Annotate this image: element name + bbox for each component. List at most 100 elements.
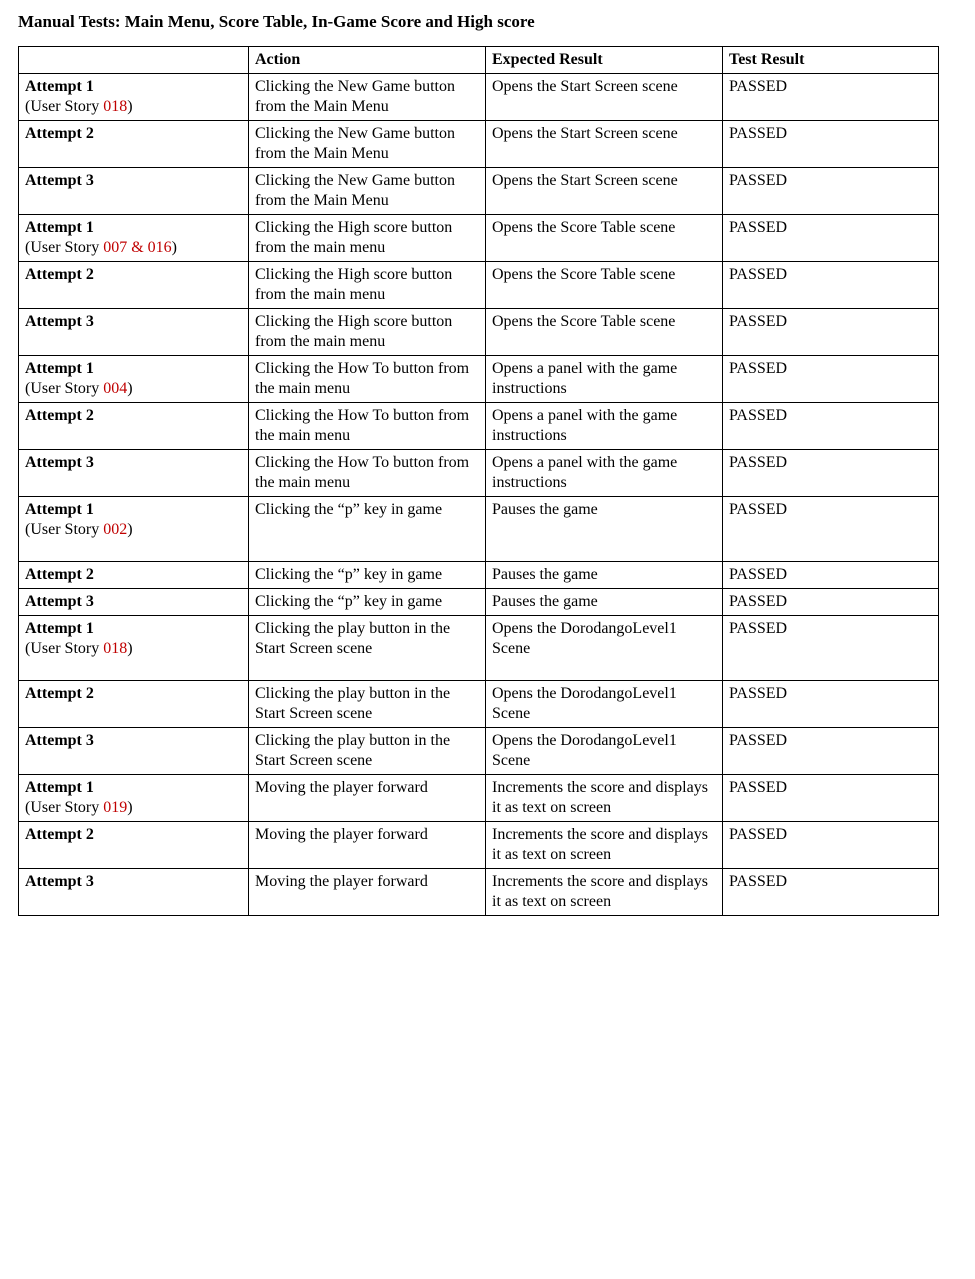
cell-result: PASSED [723,497,939,562]
cell-result: PASSED [723,450,939,497]
user-story-code: 002 [103,521,127,538]
user-story-code: 004 [103,380,127,397]
cell-action: Moving the player forward [249,775,486,822]
cell-result: PASSED [723,775,939,822]
table-row: Attempt 1 (User Story 018) Clicking the pl… [19,616,939,681]
cell-attempt: Attempt 1(User Story 007 & 016) [19,215,249,262]
table-row: Attempt 3Clicking the High score button … [19,309,939,356]
attempt-label: Attempt 3 [25,873,94,890]
attempt-label: Attempt 2 [25,685,94,702]
user-story-suffix: ) [127,640,132,657]
attempt-label: Attempt 1 [25,779,94,796]
table-header-row: Action Expected Result Test Result [19,47,939,74]
cell-result: PASSED [723,822,939,869]
cell-result: PASSED [723,121,939,168]
cell-expected: Increments the score and displays it as … [486,869,723,916]
table-row: Attempt 3Clicking the “p” key in gamePau… [19,589,939,616]
header-action: Action [249,47,486,74]
cell-action: Clicking the How To button from the main… [249,403,486,450]
cell-attempt: Attempt 2 [19,121,249,168]
user-story-prefix: (User Story [25,239,103,256]
attempt-label: Attempt 1 [25,78,94,95]
cell-attempt: Attempt 1(User Story 018) [19,74,249,121]
cell-expected: Opens the Score Table scene [486,262,723,309]
cell-attempt: Attempt 2 [19,681,249,728]
cell-expected: Increments the score and displays it as … [486,775,723,822]
attempt-label: Attempt 2 [25,266,94,283]
cell-result: PASSED [723,562,939,589]
cell-attempt: Attempt 2 [19,403,249,450]
cell-attempt: Attempt 3 [19,168,249,215]
cell-expected: Increments the score and displays it as … [486,822,723,869]
attempt-label: Attempt 1 [25,219,94,236]
attempt-label: Attempt 2 [25,125,94,142]
cell-action: Clicking the “p” key in game [249,589,486,616]
table-row: Attempt 3 Moving the player forwardIncrem… [19,869,939,916]
table-row: Attempt 2 Clicking the How To button from… [19,403,939,450]
cell-action: Moving the player forward [249,869,486,916]
table-row: Attempt 3 Clicking the New Game button fr… [19,168,939,215]
cell-action: Clicking the New Game button from the Ma… [249,168,486,215]
cell-attempt: Attempt 2 [19,562,249,589]
table-row: Attempt 2 Clicking the New Game button fr… [19,121,939,168]
table-row: Attempt 1(User Story 004)Clicking the Ho… [19,356,939,403]
cell-action: Clicking the play button in the Start Sc… [249,616,486,681]
cell-result: PASSED [723,869,939,916]
attempt-label: Attempt 3 [25,172,94,189]
cell-result: PASSED [723,728,939,775]
cell-attempt: Attempt 3 [19,309,249,356]
cell-result: PASSED [723,403,939,450]
cell-result: PASSED [723,215,939,262]
attempt-label: Attempt 1 [25,620,94,637]
attempt-label: Attempt 2 [25,826,94,843]
cell-expected: Opens the Start Screen scene [486,168,723,215]
attempt-label: Attempt 2 [25,407,94,424]
cell-expected: Opens the DorodangoLevel1 Scene [486,616,723,681]
table-row: Attempt 1(User Story 002)Clicking the “p… [19,497,939,562]
cell-result: PASSED [723,74,939,121]
cell-attempt: Attempt 1(User Story 019) [19,775,249,822]
attempt-label: Attempt 1 [25,501,94,518]
cell-action: Clicking the New Game button from the Ma… [249,121,486,168]
cell-expected: Opens the Score Table scene [486,309,723,356]
user-story-code: 018 [103,640,127,657]
cell-expected: Pauses the game [486,589,723,616]
cell-attempt: Attempt 3 [19,869,249,916]
cell-action: Clicking the play button in the Start Sc… [249,681,486,728]
cell-action: Clicking the How To button from the main… [249,356,486,403]
cell-result: PASSED [723,616,939,681]
cell-result: PASSED [723,356,939,403]
cell-expected: Opens the Start Screen scene [486,74,723,121]
cell-attempt: Attempt 3 [19,450,249,497]
header-attempt [19,47,249,74]
cell-expected: Opens a panel with the game instructions [486,403,723,450]
attempt-label: Attempt 3 [25,732,94,749]
cell-action: Clicking the High score button from the … [249,215,486,262]
user-story-code: 018 [103,98,127,115]
table-row: Attempt 2Moving the player forwardIncrem… [19,822,939,869]
cell-action: Clicking the play button in the Start Sc… [249,728,486,775]
cell-expected: Pauses the game [486,497,723,562]
cell-expected: Opens the DorodangoLevel1 Scene [486,728,723,775]
user-story-prefix: (User Story [25,640,103,657]
user-story-code: 019 [103,799,127,816]
cell-result: PASSED [723,589,939,616]
user-story-suffix: ) [127,98,132,115]
cell-attempt: Attempt 2 [19,822,249,869]
user-story-suffix: ) [127,380,132,397]
cell-expected: Opens a panel with the game instructions [486,450,723,497]
cell-attempt: Attempt 1(User Story 002) [19,497,249,562]
cell-action: Clicking the How To button from the main… [249,450,486,497]
header-result: Test Result [723,47,939,74]
cell-result: PASSED [723,309,939,356]
cell-expected: Opens the Score Table scene [486,215,723,262]
cell-action: Clicking the New Game button from the Ma… [249,74,486,121]
table-row: Attempt 3Clicking the How To button from… [19,450,939,497]
cell-result: PASSED [723,168,939,215]
table-row: Attempt 2Clicking the High score button … [19,262,939,309]
attempt-label: Attempt 2 [25,566,94,583]
table-row: Attempt 1(User Story 018)Clicking the Ne… [19,74,939,121]
cell-attempt: Attempt 1 (User Story 018) [19,616,249,681]
user-story-suffix: ) [172,239,177,256]
cell-attempt: Attempt 2 [19,262,249,309]
